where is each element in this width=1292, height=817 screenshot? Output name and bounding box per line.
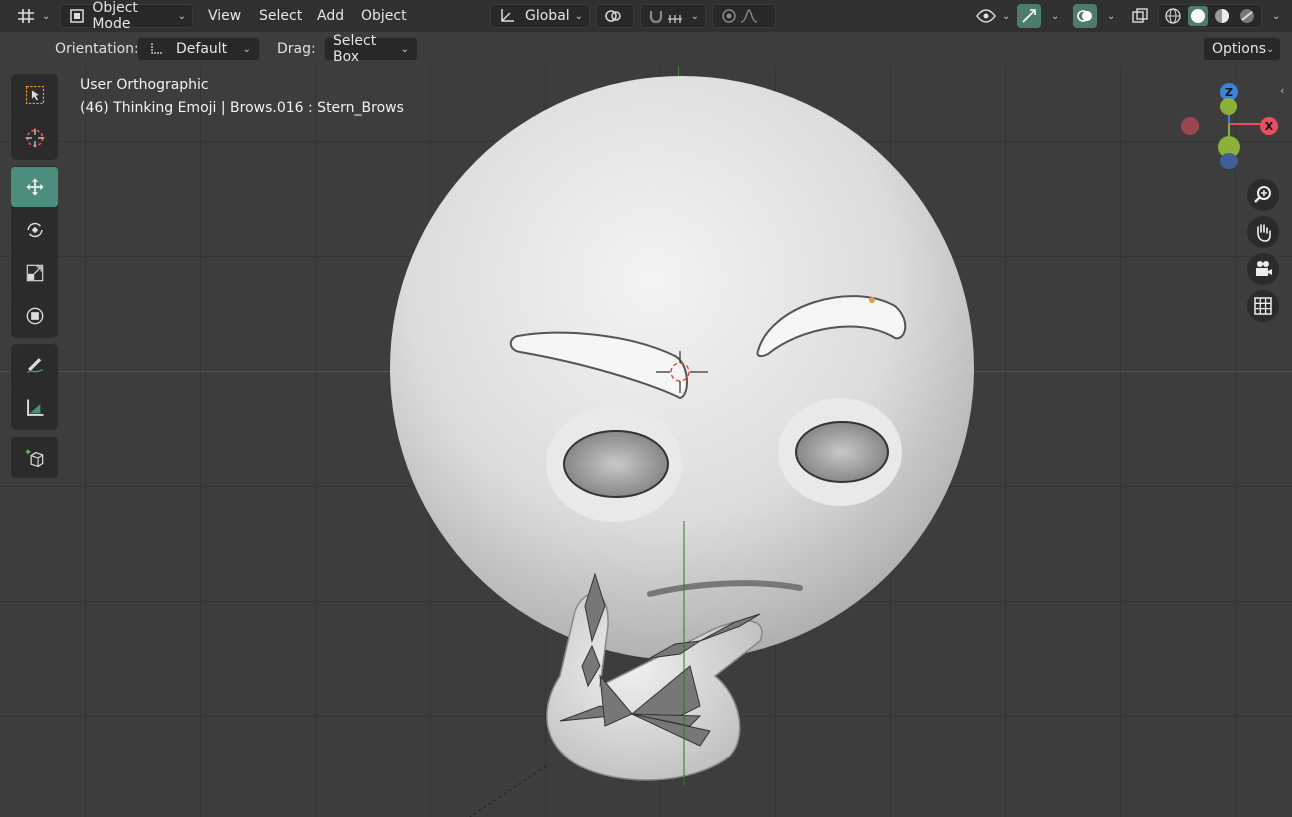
editor-type-button[interactable]: ⌄: [10, 4, 56, 28]
y-axis-dot[interactable]: [1220, 98, 1237, 115]
tool-measure[interactable]: [11, 388, 58, 428]
chevron-down-icon: ⌄: [1002, 10, 1011, 22]
chevron-down-icon: ⌄: [400, 43, 409, 55]
options-label: Options: [1212, 41, 1267, 57]
tool-select-box[interactable]: [11, 75, 58, 115]
annotate-icon: [25, 355, 45, 375]
tool-cursor[interactable]: [11, 118, 58, 158]
overlays-toggle[interactable]: [1073, 4, 1097, 28]
left-eye: [563, 430, 669, 498]
mode-label: Object Mode: [92, 0, 138, 32]
solid-shading-icon[interactable]: [1187, 6, 1208, 26]
zoom-icon: [1253, 185, 1273, 205]
chevron-down-icon: ⌄: [177, 10, 186, 22]
rotate-icon: [25, 220, 45, 240]
chevron-down-icon: ⌄: [574, 10, 583, 22]
menu-object[interactable]: Object: [355, 4, 413, 28]
neg-z-axis-dot[interactable]: [1220, 153, 1238, 169]
mode-dropdown[interactable]: Object Mode ⌄: [60, 0, 193, 32]
magnet-icon: [647, 6, 666, 26]
gizmo-toggle[interactable]: [1017, 4, 1041, 28]
tool-add-cube[interactable]: [11, 437, 58, 478]
sidebar-toggle-icon[interactable]: ‹: [1280, 84, 1292, 98]
transform-icon: [25, 306, 45, 326]
emoji-model[interactable]: [0, 66, 1292, 817]
right-eye: [795, 421, 889, 483]
overlays-dropdown[interactable]: ⌄: [1099, 4, 1117, 28]
gizmo-icon: [1019, 6, 1039, 26]
select-box-icon: [25, 85, 45, 105]
orientation-dropdown[interactable]: Default ⌄: [137, 37, 260, 61]
viewport-header: ⌄ Object Mode ⌄ View Select Add Object G…: [0, 0, 1292, 32]
drag-label: Drag:: [277, 41, 316, 57]
cursor-icon: [25, 128, 45, 148]
zoom-button[interactable]: [1247, 179, 1279, 211]
xray-toggle[interactable]: [1128, 4, 1152, 28]
shading-dropdown[interactable]: ⌄: [1262, 4, 1284, 28]
scale-icon: [25, 263, 45, 283]
orientation-label: Global: [525, 8, 570, 24]
chevron-down-icon: ⌄: [1266, 43, 1275, 55]
tool-move[interactable]: [11, 167, 58, 207]
origin-point: [869, 297, 875, 303]
shading-modes: [1158, 4, 1262, 28]
tool-rotate[interactable]: [11, 210, 58, 250]
drag-dropdown[interactable]: Select Box ⌄: [324, 33, 418, 65]
3d-viewport[interactable]: User Orthographic (46) Thinking Emoji | …: [0, 66, 1292, 817]
orientation-label: Orientation:: [55, 41, 139, 57]
options-dropdown[interactable]: Options ⌄: [1203, 37, 1281, 61]
falloff-curve-icon: [739, 6, 759, 26]
hand-icon: [1253, 222, 1273, 242]
wireframe-shading-icon[interactable]: [1163, 6, 1183, 26]
snap-toggle[interactable]: ⌄: [640, 4, 706, 28]
orientation-axis-icon: [497, 6, 517, 26]
overlays-icon: [1075, 6, 1095, 26]
gizmo-dropdown[interactable]: ⌄: [1043, 4, 1061, 28]
material-shading-icon[interactable]: [1212, 6, 1232, 26]
tool-annotate[interactable]: [11, 345, 58, 385]
proportional-editing[interactable]: [712, 4, 776, 28]
view-name: User Orthographic: [80, 77, 209, 93]
orientation-value: Default: [176, 41, 228, 57]
ortho-toggle-button[interactable]: [1247, 290, 1279, 322]
object-mode-icon: [67, 6, 86, 26]
chevron-down-icon: ⌄: [1051, 10, 1060, 22]
measure-icon: [25, 398, 45, 418]
chevron-down-icon: ⌄: [42, 10, 51, 22]
pan-button[interactable]: [1247, 216, 1279, 248]
rendered-shading-icon[interactable]: [1237, 6, 1257, 26]
pivot-icon: [603, 6, 623, 26]
add-cube-icon: [25, 448, 45, 468]
proportional-edit-icon: [719, 6, 739, 26]
drag-value: Select Box: [333, 33, 377, 65]
chevron-down-icon: ⌄: [1107, 10, 1116, 22]
eye-icon: [976, 6, 996, 26]
menu-view[interactable]: View: [202, 4, 247, 28]
grid-icon: [1253, 296, 1273, 316]
pivot-point-dropdown[interactable]: [596, 4, 634, 28]
chevron-down-icon: ⌄: [690, 10, 699, 22]
visibility-dropdown[interactable]: ⌄: [970, 4, 1010, 28]
menu-select[interactable]: Select: [253, 4, 308, 28]
tool-transform[interactable]: [11, 296, 58, 336]
camera-button[interactable]: [1247, 253, 1279, 285]
orientation-axis-icon: [146, 39, 166, 59]
move-icon: [25, 177, 45, 197]
camera-icon: [1253, 259, 1273, 279]
editor-type-icon: [16, 6, 36, 26]
relationship-line: [469, 765, 547, 817]
neg-x-axis-dot[interactable]: [1181, 117, 1199, 135]
menu-add[interactable]: Add: [311, 4, 350, 28]
transform-orientation-dropdown[interactable]: Global ⌄: [490, 4, 590, 28]
object-info: (46) Thinking Emoji | Brows.016 : Stern_…: [80, 100, 404, 116]
xray-icon: [1130, 6, 1150, 26]
x-axis-dot[interactable]: X: [1260, 117, 1278, 135]
tool-scale[interactable]: [11, 253, 58, 293]
chevron-down-icon: ⌄: [1272, 10, 1281, 22]
chevron-down-icon: ⌄: [242, 43, 251, 55]
snap-increment-icon: [666, 6, 685, 26]
